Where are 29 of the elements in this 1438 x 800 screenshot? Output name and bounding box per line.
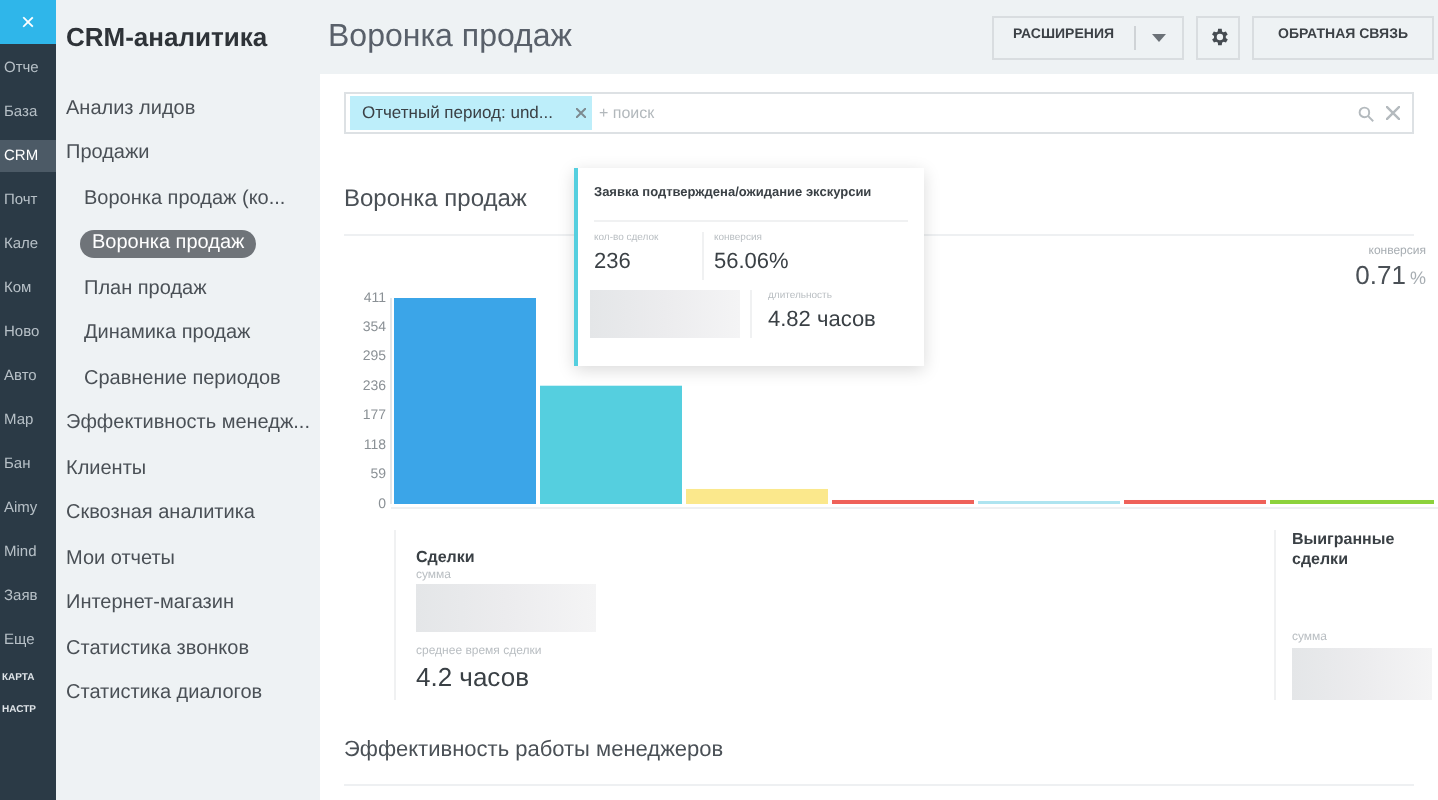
sidebar-item[interactable]: Сквозная аналитика [66, 500, 255, 528]
sidebar-item[interactable]: Интернет-магазин [66, 590, 234, 618]
sidebar-item[interactable]: Клиенты [66, 455, 147, 483]
sidebar-title: CRM-аналитика [66, 20, 270, 56]
sidebar-item[interactable]: Мои отчеты [66, 545, 175, 573]
sidebar-item[interactable]: Статистика диалогов [66, 680, 263, 708]
duration-value: 4.82 часов [768, 306, 876, 337]
percent-sign: % [1409, 266, 1426, 292]
sidebar-item[interactable]: Воронка продаж (ко... [84, 185, 286, 213]
conversion-value: 0.71 [1355, 260, 1406, 290]
sidebar-item[interactable]: Анализ лидов [66, 95, 196, 123]
filter-tag[interactable]: Отчетный период: und... [350, 96, 593, 130]
deals-count-value: 236 [594, 248, 633, 279]
section-title: Эффективность работы менеджеров [344, 737, 724, 761]
won-deals-title: Выигранные сделки [1292, 529, 1397, 569]
sidebar-item[interactable]: Продажи [66, 140, 150, 168]
sidebar-item[interactable]: План продаж [84, 275, 207, 303]
sidebar-item[interactable]: Динамика продаж [84, 320, 251, 348]
avg-time-value: 4.2 часов [416, 661, 531, 691]
sidebar-item[interactable]: Статистика звонков [66, 635, 250, 663]
sidebar-item[interactable]: Эффективность менедж... [66, 410, 310, 438]
section-title: Воронка продаж [344, 184, 527, 212]
conversion-value: 56.06% [714, 248, 789, 279]
filter-field[interactable]: Отчетный период: und... + поиск [344, 92, 1414, 134]
page-title: Воронка продаж [328, 17, 574, 57]
search-input[interactable]: + поиск [598, 101, 1358, 125]
sidebar-item[interactable]: Воронка продаж [80, 230, 257, 258]
sidebar-item[interactable]: Сравнение периодов [84, 365, 281, 393]
deals-title: Сделки [416, 545, 477, 569]
